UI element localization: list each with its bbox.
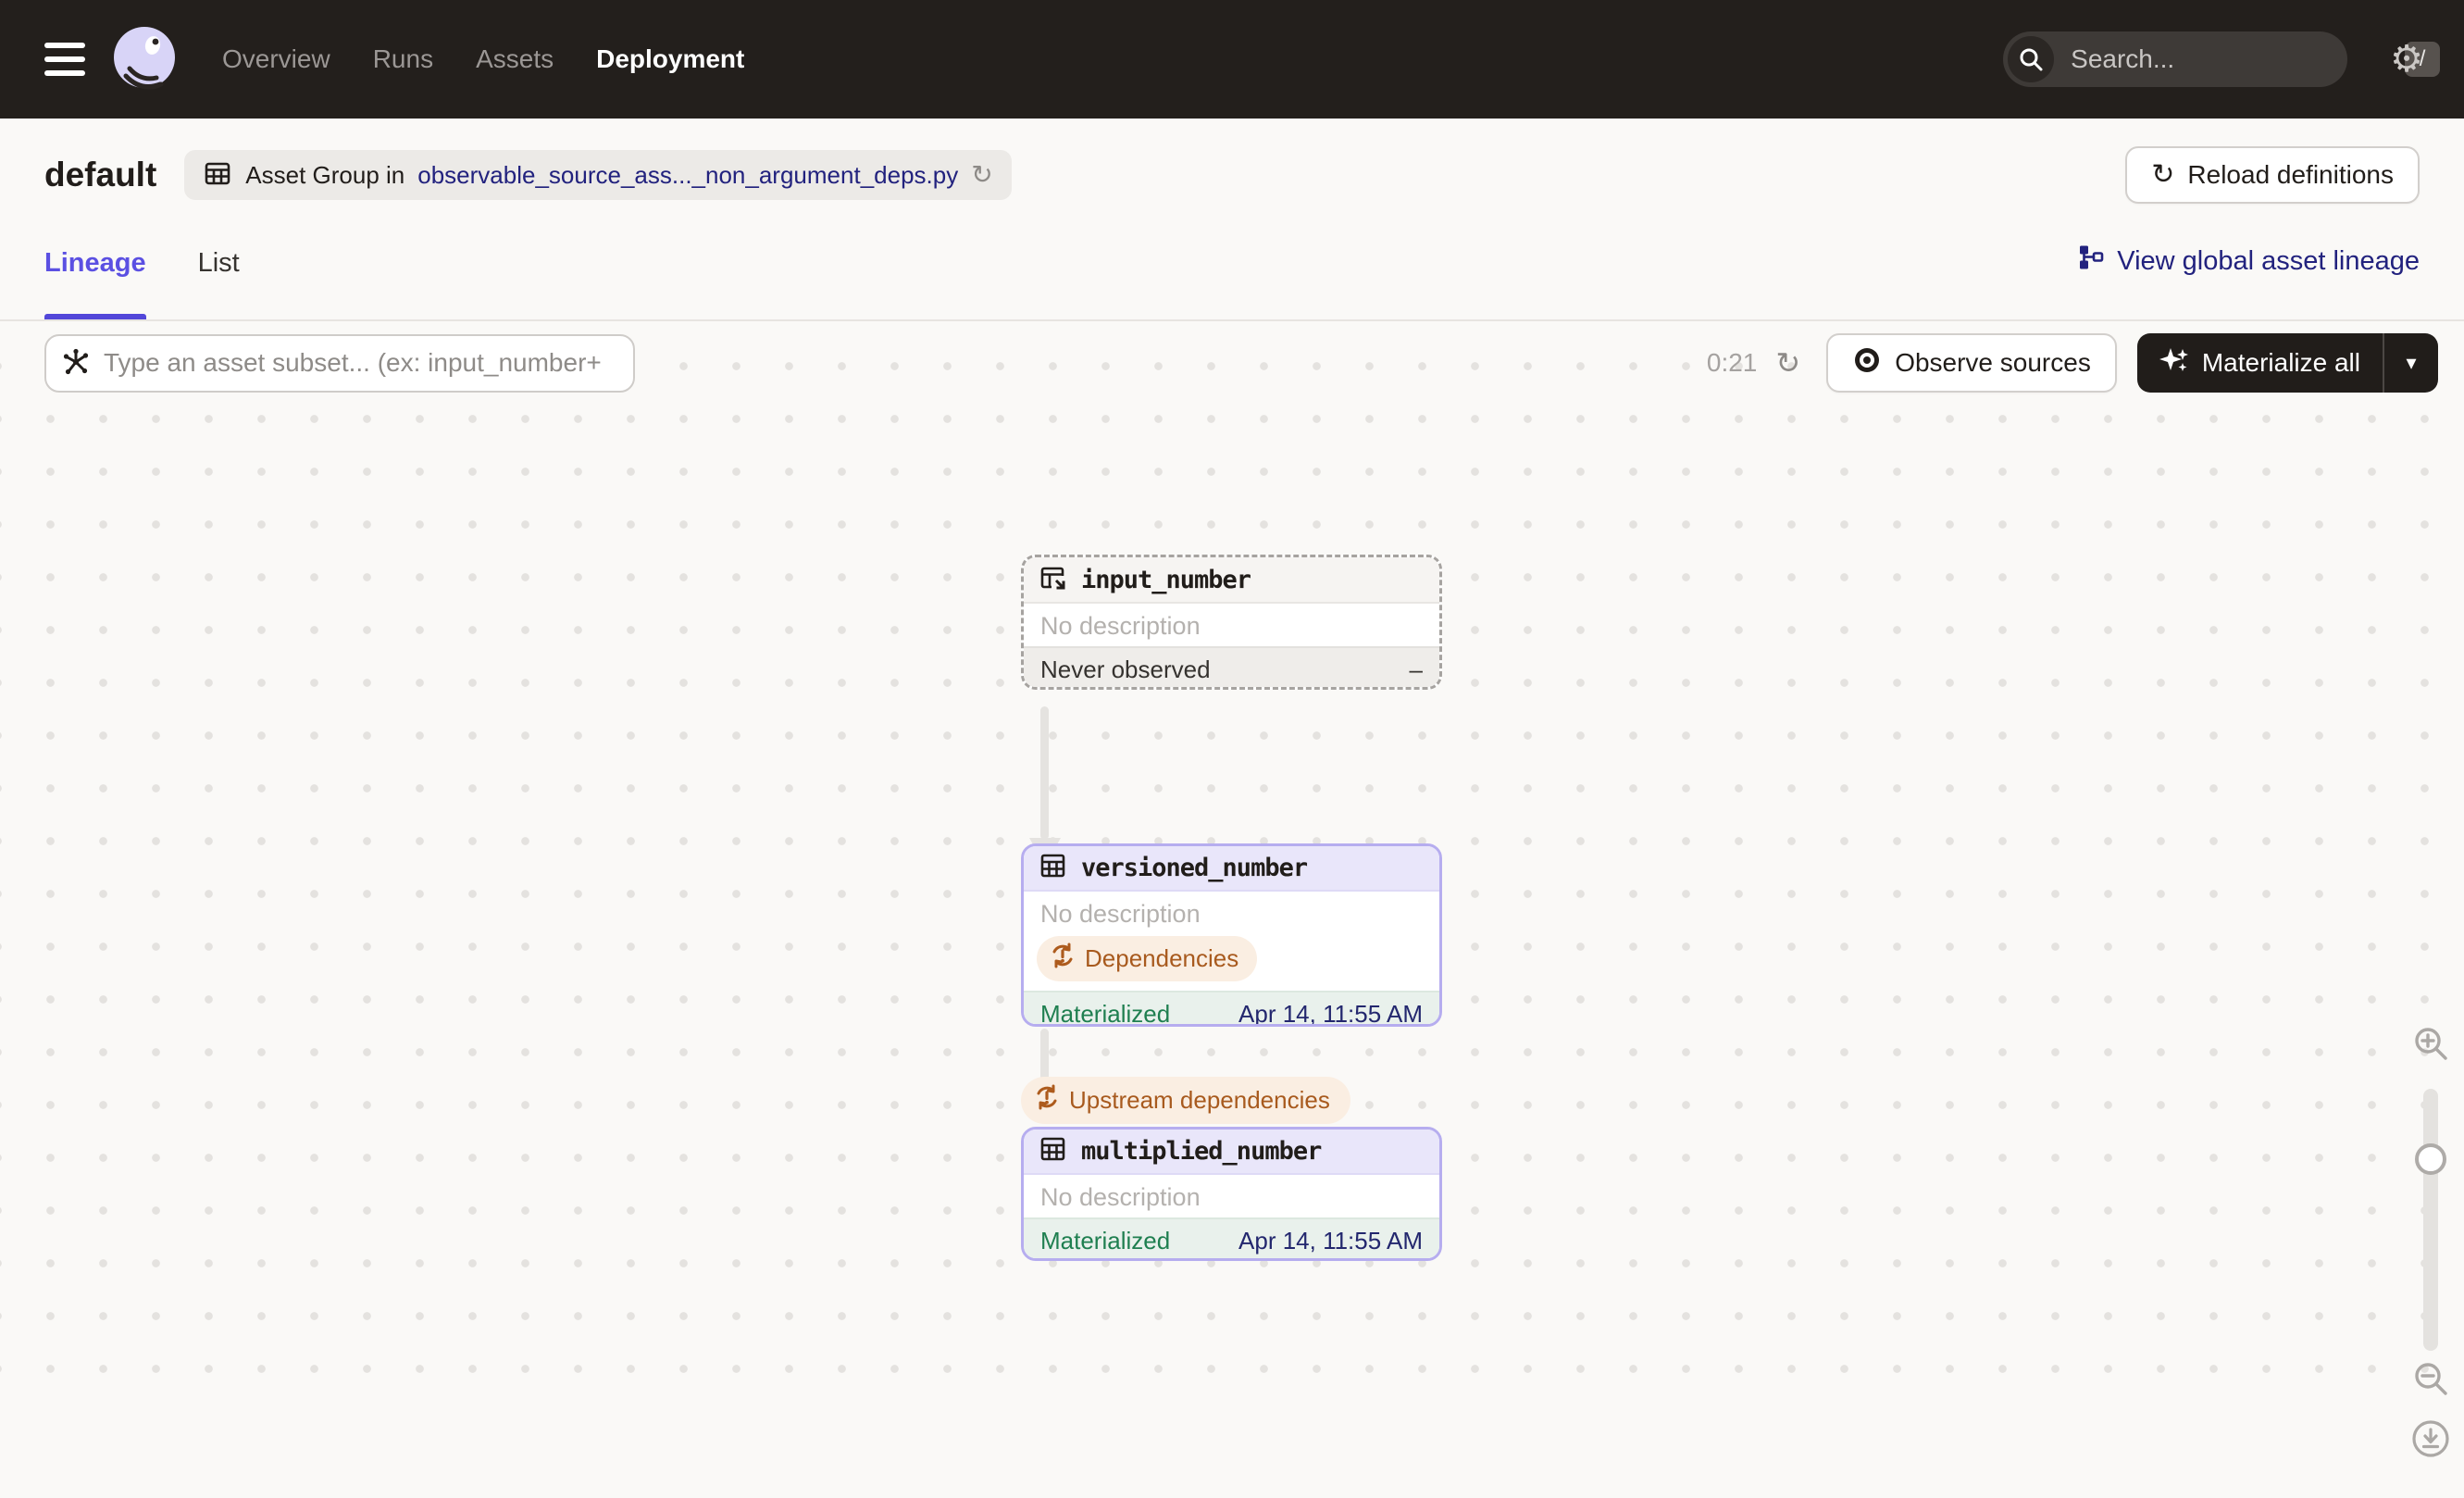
page-header: default Asset Group in observable_source… [0, 119, 2464, 231]
asset-status-label: Materialized [1040, 999, 1171, 1027]
materialize-all-main[interactable]: Materialize all [2137, 333, 2383, 393]
observable-source-table-icon [1039, 563, 1068, 597]
asset-status-row: Materialized Apr 14, 11:55 AM [1024, 1217, 1439, 1258]
zoom-slider-track[interactable] [2423, 1089, 2438, 1351]
asset-name: input_number [1081, 565, 1251, 594]
table-icon [1039, 1134, 1068, 1168]
materialize-all-button: Materialize all ▾ [2136, 333, 2438, 393]
sparkle-icon [2159, 345, 2189, 381]
asset-status-value[interactable]: Apr 14, 11:55 AM [1238, 1000, 1423, 1025]
nav-item-deployment[interactable]: Deployment [596, 44, 744, 74]
nav-item-runs[interactable]: Runs [373, 44, 433, 74]
asset-node-multiplied-number[interactable]: multiplied_number No description Materia… [1021, 1127, 1442, 1261]
refresh-icon[interactable]: ↻ [1775, 348, 1800, 378]
menu-icon[interactable] [44, 43, 85, 76]
dependencies-warning-badge[interactable]: Dependencies [1037, 936, 1258, 981]
asset-node-versioned-number[interactable]: versioned_number No description Dependen… [1021, 843, 1442, 1027]
dependencies-badge-label: Dependencies [1085, 944, 1239, 972]
primary-nav: Overview Runs Assets Deployment [222, 44, 744, 74]
tab-lineage[interactable]: Lineage [44, 231, 146, 319]
dagster-octopus-logo[interactable] [111, 26, 178, 93]
asset-node-header[interactable]: versioned_number [1024, 846, 1439, 892]
asset-description: No description [1040, 900, 1201, 928]
global-search[interactable]: / [2003, 31, 2441, 87]
refresh-countdown: 0:21 [1706, 348, 1758, 377]
lineage-canvas[interactable]: 0:21 ↻ Observe sources M [0, 321, 2464, 1457]
nav-item-overview[interactable]: Overview [222, 44, 330, 74]
asterisk-node-icon [61, 346, 91, 381]
sync-alert-icon [1034, 1084, 1060, 1117]
graph-toolbar: 0:21 ↻ Observe sources M [44, 333, 2438, 393]
dagster-app-window: Overview Runs Assets Deployment / ⚙ defa… [0, 0, 2464, 1498]
zoom-out-icon[interactable] [2410, 1358, 2451, 1404]
search-input[interactable] [2071, 44, 2406, 74]
asset-status-row: Never observed – [1024, 646, 1439, 687]
asset-name: multiplied_number [1081, 1137, 1322, 1166]
asset-status-value[interactable]: Apr 14, 11:55 AM [1238, 1227, 1423, 1255]
edge-input-to-versioned [1040, 706, 1049, 840]
asset-status-label: Materialized [1040, 1226, 1171, 1255]
view-global-asset-lineage-link[interactable]: View global asset lineage [2078, 231, 2420, 278]
page-title: default [44, 156, 157, 193]
materialize-all-label: Materialize all [2201, 348, 2360, 377]
reload-definitions-label: Reload definitions [2187, 160, 2394, 189]
asset-group-breadcrumb: Asset Group in observable_source_ass..._… [184, 150, 1012, 200]
asset-subset-filter[interactable] [44, 333, 635, 393]
download-icon[interactable] [2410, 1418, 2451, 1464]
observe-sources-button[interactable]: Observe sources [1826, 333, 2117, 393]
asset-status-value: – [1409, 655, 1423, 683]
canvas-controls-bottom [2410, 1358, 2451, 1464]
asset-status-row: Materialized Apr 14, 11:55 AM [1024, 991, 1439, 1027]
zoom-slider-handle[interactable] [2415, 1143, 2446, 1175]
eye-icon [1852, 345, 1882, 381]
search-icon [2008, 36, 2055, 82]
gear-icon[interactable]: ⚙ [2390, 41, 2423, 78]
top-nav-bar: Overview Runs Assets Deployment / ⚙ [0, 0, 2464, 119]
table-icon [1039, 851, 1068, 885]
canvas-controls [2410, 1023, 2451, 1068]
asset-subset-input[interactable] [104, 348, 618, 378]
refresh-icon: ↻ [2151, 159, 2175, 190]
upstream-dependencies-badge[interactable]: Upstream dependencies [1021, 1077, 1350, 1124]
tab-list[interactable]: List [198, 231, 240, 319]
asset-description: No description [1040, 612, 1201, 640]
tabs-row: Lineage List View global asset lineage [0, 231, 2464, 321]
table-icon [203, 158, 232, 193]
asset-description: No description [1040, 1183, 1201, 1211]
upstream-dependencies-label: Upstream dependencies [1069, 1086, 1330, 1114]
materialize-options-dropdown[interactable]: ▾ [2384, 333, 2438, 393]
observe-sources-label: Observe sources [1895, 348, 2091, 377]
asset-group-file-link[interactable]: observable_source_ass..._non_argument_de… [417, 161, 958, 190]
asset-group-label: Asset Group in [245, 160, 405, 189]
asset-node-header[interactable]: multiplied_number [1024, 1130, 1439, 1175]
sync-alert-icon [1050, 942, 1076, 975]
zoom-in-icon[interactable] [2410, 1023, 2451, 1068]
refresh-icon[interactable]: ↻ [971, 162, 992, 188]
asset-status-label: Never observed [1040, 655, 1211, 683]
asset-node-header[interactable]: input_number [1024, 557, 1439, 604]
asset-name: versioned_number [1081, 854, 1308, 882]
reload-definitions-button[interactable]: ↻ Reload definitions [2125, 146, 2420, 204]
view-global-asset-lineage-label: View global asset lineage [2117, 245, 2420, 276]
org-chart-icon [2078, 244, 2104, 278]
nav-item-assets[interactable]: Assets [476, 44, 554, 74]
asset-node-input-number[interactable]: input_number No description Never observ… [1021, 555, 1442, 690]
edge-versioned-to-badge [1040, 1029, 1049, 1080]
